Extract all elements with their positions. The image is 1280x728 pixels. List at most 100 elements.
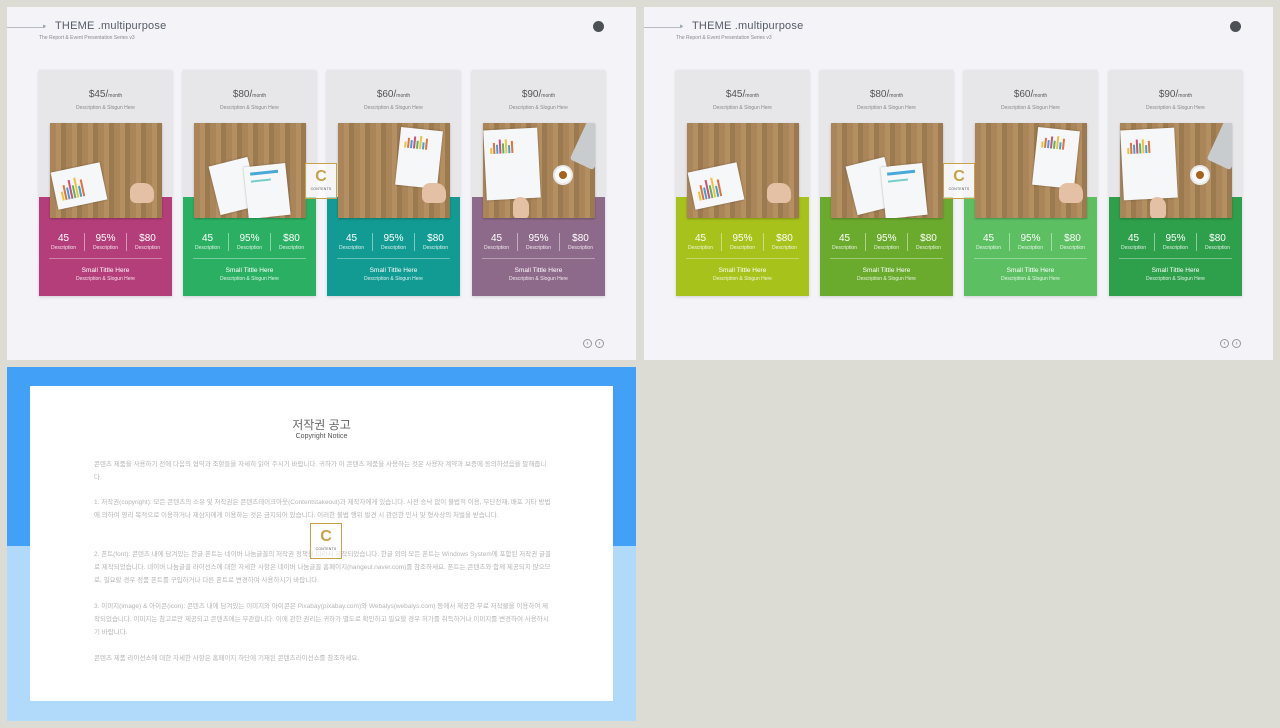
divider — [830, 258, 943, 259]
stat-item: 45 Description — [331, 233, 372, 251]
stat-value: $80 — [139, 233, 156, 244]
header-line — [7, 27, 45, 28]
logo-letter: C — [953, 168, 965, 185]
price-period: month — [1178, 93, 1193, 99]
card-photo — [338, 123, 450, 218]
stat-value: 45 — [201, 233, 214, 244]
chevron-right-icon[interactable]: › — [595, 339, 604, 348]
stat-label: Description — [1204, 245, 1230, 251]
status-dot-icon — [1230, 21, 1241, 32]
price-desc: Description & Slogun Here — [76, 105, 135, 111]
stat-item: $80 Description — [126, 233, 168, 251]
price-value: $90/ — [1158, 89, 1179, 100]
slide-pricing-2[interactable]: ▸ THEME .multipurpose The Report & Event… — [644, 7, 1273, 360]
stat-item: $80 Description — [559, 233, 601, 251]
stat-item: 95% Description — [1154, 233, 1196, 251]
pricing-card[interactable]: 45 Description 95% Description $80 Descriptio… — [327, 70, 460, 296]
pricing-card[interactable]: 45 Description 95% Description $80 Descriptio… — [964, 70, 1097, 296]
stat-value: 95% — [732, 233, 753, 244]
stat-value: $80 — [283, 233, 300, 244]
card-photo — [194, 123, 306, 218]
price-label: $80/month — [820, 89, 953, 100]
price-period: month — [889, 93, 904, 99]
stat-item: 95% Description — [372, 233, 414, 251]
price-desc: Description & Slogun Here — [1146, 105, 1205, 111]
stat-value: $80 — [1209, 233, 1226, 244]
chart-bar — [1135, 139, 1139, 154]
logo-letter: C — [320, 528, 332, 545]
stat-item: $80 Description — [907, 233, 949, 251]
chevron-left-icon[interactable]: ‹ — [1220, 339, 1229, 348]
stats-row: 45 Description 95% Description $80 Descriptio… — [824, 233, 949, 251]
card-photo — [50, 123, 162, 218]
chevron-left-icon[interactable]: ‹ — [583, 339, 592, 348]
logo-word: CONTENTS — [315, 547, 337, 551]
logo-letter: C — [315, 168, 327, 185]
stat-label: Description — [236, 245, 262, 251]
pricing-card[interactable]: 45 Description 95% Description $80 Descriptio… — [39, 70, 172, 296]
price-period: month — [541, 93, 556, 99]
notice-panel: 저작권 공고 Copyright Notice 콘텐츠 제품을 사용하기 전에 … — [30, 386, 613, 701]
card-photo — [831, 123, 943, 218]
logo-word: CONTENTS — [310, 187, 332, 191]
stats-row: 45 Description 95% Description $80 Descriptio… — [1113, 233, 1238, 251]
slide-copyright-notice[interactable]: 저작권 공고 Copyright Notice 콘텐츠 제품을 사용하기 전에 … — [7, 367, 636, 721]
stat-item: 95% Description — [84, 233, 126, 251]
pricing-card[interactable]: 45 Description 95% Description $80 Descriptio… — [820, 70, 953, 296]
price-desc: Description & Slogun Here — [713, 105, 772, 111]
card-small-title: Small Tittle Here — [514, 267, 563, 274]
card-small-desc: Description & Slogun Here — [509, 276, 568, 282]
stat-item: 95% Description — [721, 233, 763, 251]
stat-value: $80 — [920, 233, 937, 244]
chart-bar — [424, 138, 429, 150]
chevron-right-icon[interactable]: › — [1232, 339, 1241, 348]
pricing-card[interactable]: 45 Description 95% Description $80 Descriptio… — [472, 70, 605, 296]
slide-subtitle: The Report & Event Presentation Series v… — [39, 35, 135, 41]
pricing-card[interactable]: 45 Description 95% Description $80 Descriptio… — [1109, 70, 1242, 296]
stat-item: $80 Description — [270, 233, 312, 251]
stat-label: Description — [134, 245, 160, 251]
chart-bar — [1141, 139, 1145, 154]
stat-label: Description — [525, 245, 551, 251]
stat-item: 95% Description — [865, 233, 907, 251]
pricing-card[interactable]: 45 Description 95% Description $80 Descriptio… — [676, 70, 809, 296]
card-photo — [483, 123, 595, 218]
stat-label: Description — [194, 245, 220, 251]
stat-value: $80 — [776, 233, 793, 244]
stat-label: Description — [483, 245, 509, 251]
card-photo — [687, 123, 799, 218]
card-small-title: Small Tittle Here — [1151, 267, 1200, 274]
chart-bar — [498, 139, 502, 154]
chart-bar — [510, 140, 514, 154]
contents-logo: C CONTENTS — [310, 523, 342, 559]
arrow-right-icon: ▸ — [680, 23, 684, 30]
chart-bar — [508, 145, 511, 154]
price-desc: Description & Slogun Here — [1001, 105, 1060, 111]
card-small-desc: Description & Slogun Here — [1146, 276, 1205, 282]
chart-bar — [504, 139, 508, 154]
card-photo — [975, 123, 1087, 218]
stats-row: 45 Description 95% Description $80 Descriptio… — [331, 233, 456, 251]
chart-bar — [1061, 138, 1066, 150]
price-period: month — [108, 93, 123, 99]
card-small-title: Small Tittle Here — [862, 267, 911, 274]
stat-value: 45 — [694, 233, 707, 244]
price-value: $45/ — [88, 89, 109, 100]
stat-item: 45 Description — [476, 233, 517, 251]
price-label: $80/month — [183, 89, 316, 100]
price-period: month — [745, 93, 760, 99]
price-desc: Description & Slogun Here — [364, 105, 423, 111]
stat-item: 45 Description — [680, 233, 721, 251]
pricing-card[interactable]: 45 Description 95% Description $80 Descriptio… — [183, 70, 316, 296]
stat-label: Description — [278, 245, 304, 251]
price-desc: Description & Slogun Here — [509, 105, 568, 111]
contents-logo: C CONTENTS — [943, 163, 975, 199]
slide-pricing-1[interactable]: ▸ THEME .multipurpose The Report & Event… — [7, 7, 636, 360]
stats-row: 45 Description 95% Description $80 Descriptio… — [968, 233, 1093, 251]
stat-label: Description — [380, 245, 406, 251]
divider — [49, 258, 162, 259]
card-small-desc: Description & Slogun Here — [364, 276, 423, 282]
card-small-title: Small Tittle Here — [369, 267, 418, 274]
stat-item: 45 Description — [1113, 233, 1154, 251]
price-desc: Description & Slogun Here — [220, 105, 279, 111]
